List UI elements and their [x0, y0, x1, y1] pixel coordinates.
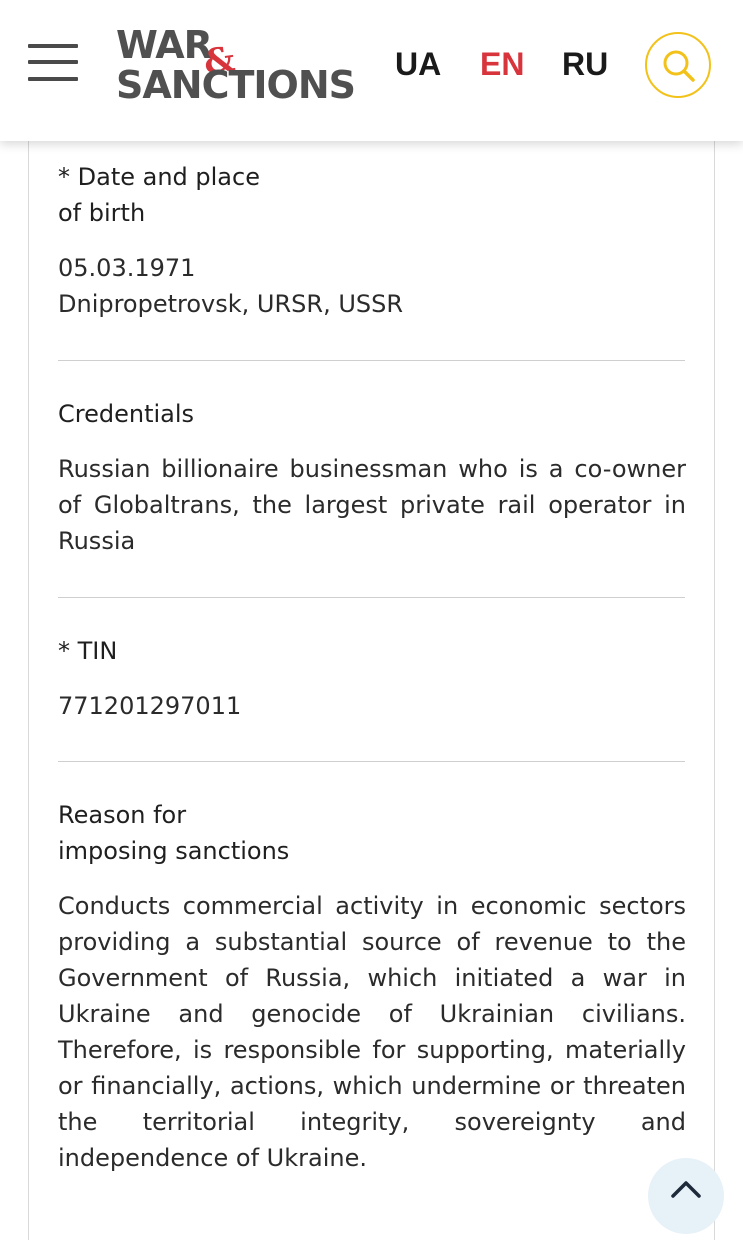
credentials-label: Credentials: [58, 400, 195, 428]
credentials-section: Credentials Russian billionaire business…: [58, 396, 686, 559]
logo-word-sanctions: SANCTIONS: [116, 63, 356, 107]
birth-label-line2: of birth: [58, 199, 146, 227]
search-button[interactable]: [645, 32, 711, 98]
site-header: WAR & SANCTIONS UA EN RU: [0, 0, 743, 141]
tin-label: * TIN: [58, 637, 118, 665]
reason-section: Reason for imposing sanctions Conducts c…: [58, 797, 686, 1176]
credentials-text: Russian billionaire businessman who is a…: [58, 455, 686, 555]
chevron-up-icon: [671, 1181, 701, 1198]
search-icon: [663, 50, 695, 82]
reason-label-line2: imposing sanctions: [58, 837, 290, 865]
section-divider: [58, 597, 685, 598]
reason-label-line1: Reason for: [58, 801, 187, 829]
birth-date: 05.03.1971: [58, 254, 196, 282]
birth-label-line1: * Date and place: [58, 163, 260, 191]
reason-text: Conducts commercial activity in economic…: [58, 892, 686, 1172]
section-divider: [58, 761, 685, 762]
hamburger-menu-icon[interactable]: [28, 44, 78, 82]
birth-section: * Date and place of birth 05.03.1971 Dni…: [58, 159, 686, 322]
war-and-sanctions-logo[interactable]: WAR & SANCTIONS: [116, 23, 356, 108]
tin-value: 771201297011: [58, 692, 242, 720]
birth-place: Dnipropetrovsk, URSR, USSR: [58, 290, 404, 318]
logo-word-war: WAR: [116, 23, 213, 67]
tin-section: * TIN 771201297011: [58, 633, 686, 724]
language-en-link[interactable]: EN: [480, 46, 524, 82]
language-ua-link[interactable]: UA: [395, 46, 441, 82]
language-ru-link[interactable]: RU: [562, 46, 608, 82]
scroll-to-top-button[interactable]: [648, 1158, 724, 1234]
section-divider: [58, 360, 685, 361]
